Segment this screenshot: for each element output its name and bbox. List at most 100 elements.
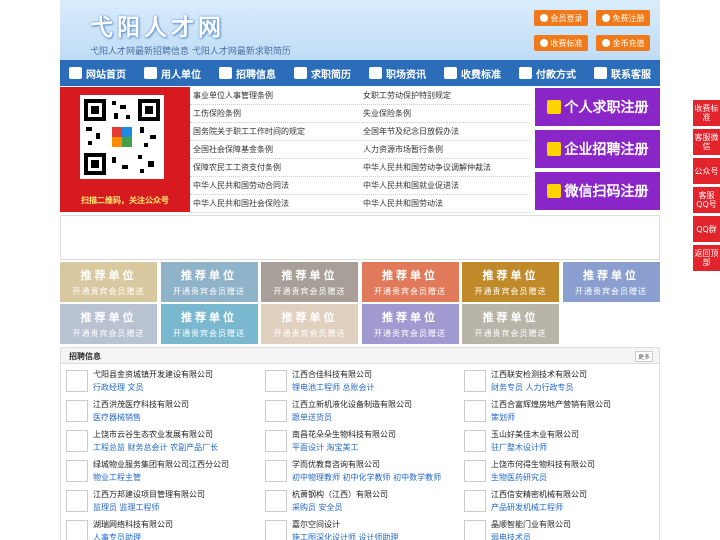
side-qq-button[interactable]: 客服QQ号 xyxy=(693,187,720,213)
company-logo[interactable] xyxy=(66,520,88,540)
company-logo[interactable] xyxy=(265,400,287,422)
company-name[interactable]: 江西洪茂医疗科技有限公司 xyxy=(93,399,189,410)
login-button[interactable]: 会员登录 xyxy=(534,10,588,26)
company-name[interactable]: 晶顺智能门业有限公司 xyxy=(491,519,571,530)
site-logo[interactable]: 弋阳人才网 xyxy=(90,8,225,42)
nav-home[interactable]: 网站首页 xyxy=(60,60,135,86)
recommend-tile[interactable]: 推荐单位 开通贵宾会员赠送 xyxy=(361,304,459,344)
company-logo[interactable] xyxy=(265,490,287,512)
company-name[interactable]: 江西合佳科技有限公司 xyxy=(292,369,372,380)
job-positions[interactable]: 策划师 xyxy=(491,412,515,423)
nav-resumes[interactable]: 求职简历 xyxy=(285,60,360,86)
company-name[interactable]: 上饶市云谷生态农业发展有限公司 xyxy=(93,429,213,440)
company-logo[interactable] xyxy=(464,490,486,512)
recommend-tile[interactable]: 推荐单位 开通贵宾会员赠送 xyxy=(462,304,559,344)
job-positions[interactable]: 医疗器械销售 xyxy=(93,412,141,423)
company-name[interactable]: 南昌花朵朵生物科技有限公司 xyxy=(292,429,396,440)
job-positions[interactable]: 财务专员 人力行政专员 xyxy=(491,382,574,393)
company-name[interactable]: 江西联安检测技术有限公司 xyxy=(491,369,587,380)
company-logo[interactable] xyxy=(66,400,88,422)
company-name[interactable]: 玉山好美佳木业有限公司 xyxy=(491,429,579,440)
company-name[interactable]: 江西立新机液化设备制造有限公司 xyxy=(292,399,412,410)
law-link[interactable]: 全国社会保障基金条例 xyxy=(193,144,273,155)
company-name[interactable]: 上饶市何得生物科技有限公司 xyxy=(491,459,595,470)
job-positions[interactable]: 采购员 安全员 xyxy=(292,502,343,513)
ad-banner[interactable] xyxy=(60,215,660,260)
company-logo[interactable] xyxy=(66,430,88,452)
nav-jobs[interactable]: 招聘信息 xyxy=(210,60,285,86)
law-link[interactable]: 女职工劳动保护特别规定 xyxy=(363,90,451,101)
personal-register-button[interactable]: 个人求职注册 xyxy=(535,88,660,126)
company-logo[interactable] xyxy=(265,370,287,392)
nav-employers[interactable]: 用人单位 xyxy=(135,60,210,86)
company-name[interactable]: 嘉尔空间设计 xyxy=(292,519,340,530)
company-logo[interactable] xyxy=(464,370,486,392)
recommend-tile[interactable]: 推荐单位 开通贵宾会员赠送 xyxy=(562,262,660,302)
company-name[interactable]: 江西信安精密机械有限公司 xyxy=(491,489,587,500)
law-link[interactable]: 全国年节及纪念日放假办法 xyxy=(363,126,459,137)
company-name[interactable]: 江西合富辉煌房地产营销有限公司 xyxy=(491,399,611,410)
job-positions[interactable]: 驻厂整木设计师 xyxy=(491,442,547,453)
recommend-tile[interactable]: 推荐单位 开通贵宾会员赠送 xyxy=(160,304,258,344)
company-name[interactable]: 学而优教育咨询有限公司 xyxy=(292,459,380,470)
job-positions[interactable]: 弱电技术员 xyxy=(491,532,531,540)
side-qq-group-button[interactable]: QQ群 xyxy=(693,216,720,242)
law-link[interactable]: 工伤保险条例 xyxy=(193,108,241,119)
company-logo[interactable] xyxy=(66,370,88,392)
company-logo[interactable] xyxy=(265,430,287,452)
company-logo[interactable] xyxy=(265,520,287,540)
job-positions[interactable]: 人事专员助理 xyxy=(93,532,141,540)
company-logo[interactable] xyxy=(66,490,88,512)
company-logo[interactable] xyxy=(464,520,486,540)
job-positions[interactable]: 物业工程主管 xyxy=(93,472,141,483)
law-link[interactable]: 保障农民工工资支付条例 xyxy=(193,162,281,173)
job-positions[interactable]: 初中物理教师 初中化学教师 初中数学教师 xyxy=(292,472,441,483)
job-positions[interactable]: 行政经理 文员 xyxy=(93,382,144,393)
job-positions[interactable]: 生物医药研究员 xyxy=(491,472,547,483)
law-link[interactable]: 事业单位人事管理条例 xyxy=(193,90,273,101)
law-link[interactable]: 中华人民共和国劳动合同法 xyxy=(193,180,289,191)
company-name[interactable]: 湖瑞网络科技有限公司 xyxy=(93,519,173,530)
law-link[interactable]: 失业保险条例 xyxy=(363,108,411,119)
law-link[interactable]: 国务院关于职工工作时间的规定 xyxy=(193,126,305,137)
company-logo[interactable] xyxy=(66,460,88,482)
company-logo[interactable] xyxy=(464,460,486,482)
recommend-tile[interactable]: 推荐单位 开通贵宾会员赠送 xyxy=(261,304,358,344)
more-link[interactable]: 更多 xyxy=(634,351,653,362)
job-positions[interactable]: 跟单送货员 xyxy=(292,412,332,423)
recommend-tile[interactable]: 推荐单位 开通贵宾会员赠送 xyxy=(261,262,358,302)
job-positions[interactable]: 锂电池工程师 总账会计 xyxy=(292,382,375,393)
nav-payment[interactable]: 付款方式 xyxy=(510,60,585,86)
company-logo[interactable] xyxy=(464,430,486,452)
recommend-tile[interactable]: 推荐单位 开通贵宾会员赠送 xyxy=(160,262,258,302)
recommend-tile[interactable]: 推荐单位 开通贵宾会员赠送 xyxy=(60,304,157,344)
law-link[interactable]: 中华人民共和国社会保险法 xyxy=(193,198,289,209)
recommend-tile[interactable]: 推荐单位 开通贵宾会员赠送 xyxy=(60,262,157,302)
back-to-top-button[interactable]: 返回顶部 xyxy=(693,245,720,271)
company-name[interactable]: 绿城物业服务集团有限公司江西分公司 xyxy=(93,459,229,470)
job-positions[interactable]: 施工图深化设计师 设计师助理 xyxy=(292,532,399,540)
side-pricing-button[interactable]: 收费标准 xyxy=(693,100,720,126)
company-name[interactable]: 弋阳县金资城镇开发建设有限公司 xyxy=(93,369,213,380)
job-positions[interactable]: 工程总监 财务总会计 农副产品厂长 xyxy=(93,442,218,453)
job-positions[interactable]: 产品研发机械工程师 xyxy=(491,502,563,513)
job-positions[interactable]: 平面设计 淘宝美工 xyxy=(292,442,359,453)
law-link[interactable]: 中华人民共和国就业促进法 xyxy=(363,180,459,191)
side-official-account-button[interactable]: 公众号 xyxy=(693,158,720,184)
law-link[interactable]: 人力资源市场暂行条例 xyxy=(363,144,443,155)
side-wechat-button[interactable]: 客服微信 xyxy=(693,129,720,155)
recommend-tile[interactable]: 推荐单位 开通贵宾会员赠送 xyxy=(462,262,559,302)
company-logo[interactable] xyxy=(265,460,287,482)
pricing-button[interactable]: 收费标准 xyxy=(534,35,588,51)
company-name[interactable]: 江西万邦建设项目管理有限公司 xyxy=(93,489,205,500)
wechat-register-button[interactable]: 微信扫码注册 xyxy=(535,172,660,210)
law-link[interactable]: 中华人民共和国劳动争议调解仲裁法 xyxy=(363,162,491,173)
nav-news[interactable]: 职场资讯 xyxy=(360,60,435,86)
recommend-tile[interactable]: 推荐单位 开通贵宾会员赠送 xyxy=(361,262,459,302)
job-positions[interactable]: 监理员 监理工程师 xyxy=(93,502,160,513)
law-link[interactable]: 中华人民共和国劳动法 xyxy=(363,198,443,209)
company-register-button[interactable]: 企业招聘注册 xyxy=(535,130,660,168)
nav-contact[interactable]: 联系客服 xyxy=(585,60,660,86)
recharge-button[interactable]: 金币充值 xyxy=(596,35,650,51)
company-name[interactable]: 杭萧钢构（江西）有限公司 xyxy=(292,489,388,500)
